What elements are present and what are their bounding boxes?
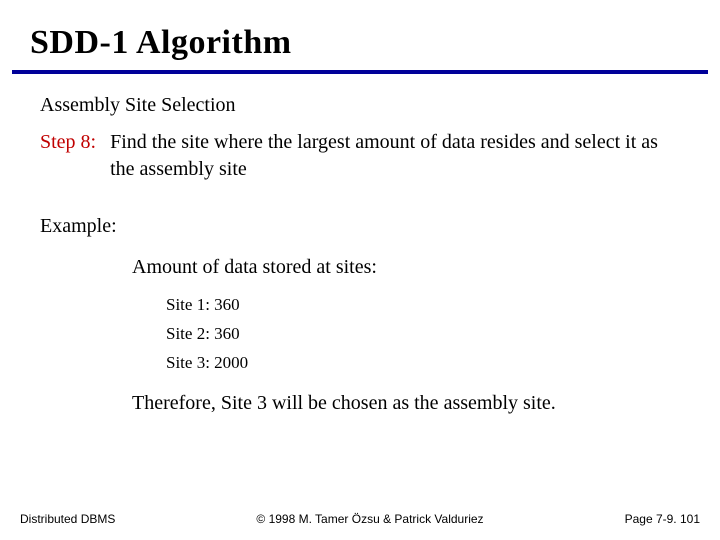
footer-right: Page 7-9. 101	[625, 512, 700, 526]
step-label: Step 8:	[40, 129, 110, 156]
list-item: Site 3: 2000	[166, 349, 680, 378]
list-item: Site 2: 360	[166, 320, 680, 349]
step-body: Find the site where the largest amount o…	[110, 129, 680, 183]
amount-line: Amount of data stored at sites:	[132, 254, 680, 281]
slide: SDD-1 Algorithm Assembly Site Selection …	[0, 0, 720, 540]
footer-left: Distributed DBMS	[20, 512, 115, 526]
content: Assembly Site Selection Step 8: Find the…	[0, 74, 720, 417]
list-item: Site 1: 360	[166, 291, 680, 320]
example-body: Amount of data stored at sites: Site 1: …	[40, 254, 680, 417]
footer: Distributed DBMS © 1998 M. Tamer Özsu & …	[0, 512, 720, 526]
section-heading: Assembly Site Selection	[40, 92, 680, 119]
step-row: Step 8: Find the site where the largest …	[40, 129, 680, 183]
page-title: SDD-1 Algorithm	[0, 0, 720, 70]
footer-center: © 1998 M. Tamer Özsu & Patrick Valduriez	[115, 512, 624, 526]
conclusion: Therefore, Site 3 will be chosen as the …	[132, 390, 680, 417]
sites-list: Site 1: 360 Site 2: 360 Site 3: 2000	[132, 291, 680, 378]
example-heading: Example:	[40, 213, 680, 240]
